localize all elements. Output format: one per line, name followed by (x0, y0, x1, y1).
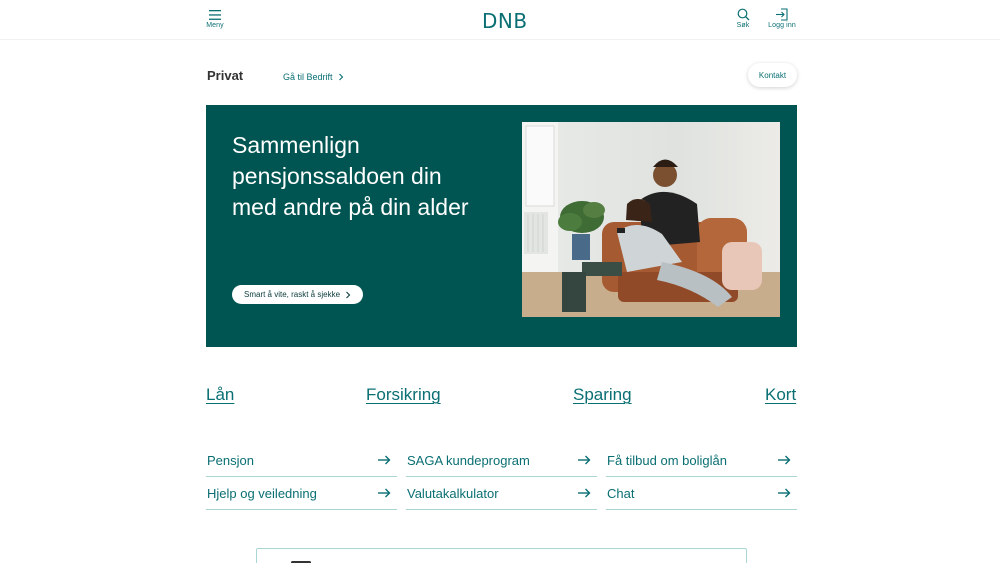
category-cards[interactable]: Kort (765, 385, 796, 405)
quick-link-currency-calculator[interactable]: Valutakalkulator (406, 477, 597, 510)
search-icon (737, 8, 749, 21)
arrow-right-icon (778, 455, 791, 465)
hero-title: Sammenlign pensjonssaldoen din med andre… (232, 132, 469, 220)
search-button[interactable]: Søk (734, 8, 752, 29)
arrow-right-icon (578, 455, 591, 465)
quick-link-label: Pensjon (207, 452, 254, 468)
top-bar: Meny DNB Søk Logg inn (0, 0, 1000, 40)
quick-link-label: Valutakalkulator (407, 485, 499, 501)
arrow-right-icon (578, 488, 591, 498)
contact-button[interactable]: Kontakt (748, 63, 797, 87)
business-link-label: Gå til Bedrift (283, 72, 333, 82)
quick-link-help[interactable]: Hjelp og veiledning (206, 477, 397, 510)
quick-link-chat[interactable]: Chat (606, 477, 797, 510)
business-link[interactable]: Gå til Bedrift (283, 72, 344, 82)
quick-link-label: SAGA kundeprogram (407, 452, 530, 468)
arrow-right-icon (778, 488, 791, 498)
quick-link-mortgage-offer[interactable]: Få tilbud om boliglån (606, 444, 797, 477)
category-insurance[interactable]: Forsikring (366, 385, 441, 405)
quick-link-saga[interactable]: SAGA kundeprogram (406, 444, 597, 477)
quick-link-label: Få tilbud om boliglån (607, 452, 727, 468)
hero-cta-button[interactable]: Smart å vite, raskt å sjekke (232, 285, 364, 304)
segment-title: Privat (207, 68, 244, 83)
quick-link-pension[interactable]: Pensjon (206, 444, 397, 477)
hero-cta-label: Smart å vite, raskt å sjekke (244, 290, 341, 299)
chevron-right-icon (346, 291, 351, 298)
quick-link-label: Hjelp og veiledning (207, 485, 317, 501)
login-button[interactable]: Logg inn (766, 8, 798, 29)
category-savings[interactable]: Sparing (573, 385, 632, 405)
chevron-right-icon (338, 73, 343, 81)
login-icon (776, 8, 788, 21)
arrow-right-icon (378, 488, 391, 498)
menu-label: Meny (206, 22, 224, 29)
search-label: Søk (736, 22, 750, 29)
dnb-logo[interactable]: DNB (482, 9, 528, 33)
quick-link-label: Chat (607, 485, 635, 501)
category-loan[interactable]: Lån (206, 385, 234, 405)
hamburger-icon (209, 10, 221, 20)
hero-photo (522, 122, 780, 317)
arrow-right-icon (378, 455, 391, 465)
hero-banner: Sammenlign pensjonssaldoen din med andre… (206, 105, 797, 347)
login-label: Logg inn (768, 22, 796, 29)
menu-button[interactable]: Meny (204, 9, 226, 29)
bottom-card[interactable] (256, 548, 747, 563)
